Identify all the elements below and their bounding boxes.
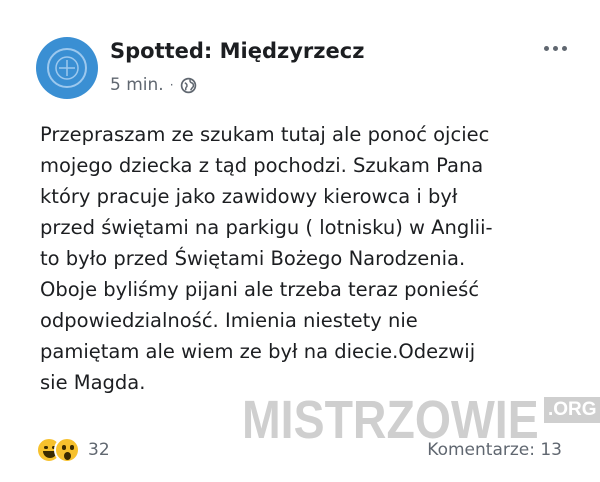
post-timestamp[interactable]: 5 min. bbox=[110, 75, 164, 95]
reaction-count: 32 bbox=[88, 440, 110, 460]
more-options-button[interactable] bbox=[538, 36, 572, 60]
page-name-link[interactable]: Spotted: Międzyrzecz bbox=[110, 39, 364, 63]
post-body-line: który pracuje jako zawidowy kierowca i b… bbox=[40, 185, 458, 208]
post-body-line: Oboje byliśmy pijani ale trzeba teraz po… bbox=[40, 278, 480, 301]
watermark-text: MISTRZOWIE bbox=[242, 390, 539, 450]
meta-separator: · bbox=[169, 78, 174, 92]
reactions-summary[interactable]: 32 bbox=[36, 436, 110, 464]
wow-icon bbox=[54, 437, 80, 463]
page-logo-icon bbox=[47, 48, 87, 88]
more-dot-icon bbox=[543, 45, 549, 51]
more-dot-icon bbox=[552, 45, 558, 51]
comments-count-link[interactable]: Komentarze: 13 bbox=[427, 440, 562, 460]
post-body-line: pamiętam ale wiem ze był na diecie.Odezw… bbox=[40, 340, 476, 363]
watermark-suffix: .ORG bbox=[544, 397, 600, 423]
watermark: MISTRZOWIE .ORG bbox=[242, 390, 600, 450]
post-body-line: to było przed Świętami Bożego Narodzenia… bbox=[40, 247, 466, 270]
globe-icon bbox=[180, 77, 196, 93]
page-avatar[interactable] bbox=[36, 37, 98, 99]
post-body-line: przed świętami na parkigu ( lotnisku) w … bbox=[40, 216, 493, 239]
post-body-line: Przepraszam ze szukam tutaj ale ponoć oj… bbox=[40, 123, 490, 146]
post-body-line: odpowiedzialność. Imienia niestety nie bbox=[40, 309, 418, 332]
more-dot-icon bbox=[561, 45, 567, 51]
post-body: Przepraszam ze szukam tutaj ale ponoć oj… bbox=[40, 119, 565, 398]
facebook-post: Spotted: Międzyrzecz 5 min. · Przeprasza… bbox=[22, 26, 600, 466]
post-meta: 5 min. · bbox=[110, 74, 197, 96]
post-body-line: mojego dziecka z tąd pochodzi. Szukam Pa… bbox=[40, 154, 484, 177]
